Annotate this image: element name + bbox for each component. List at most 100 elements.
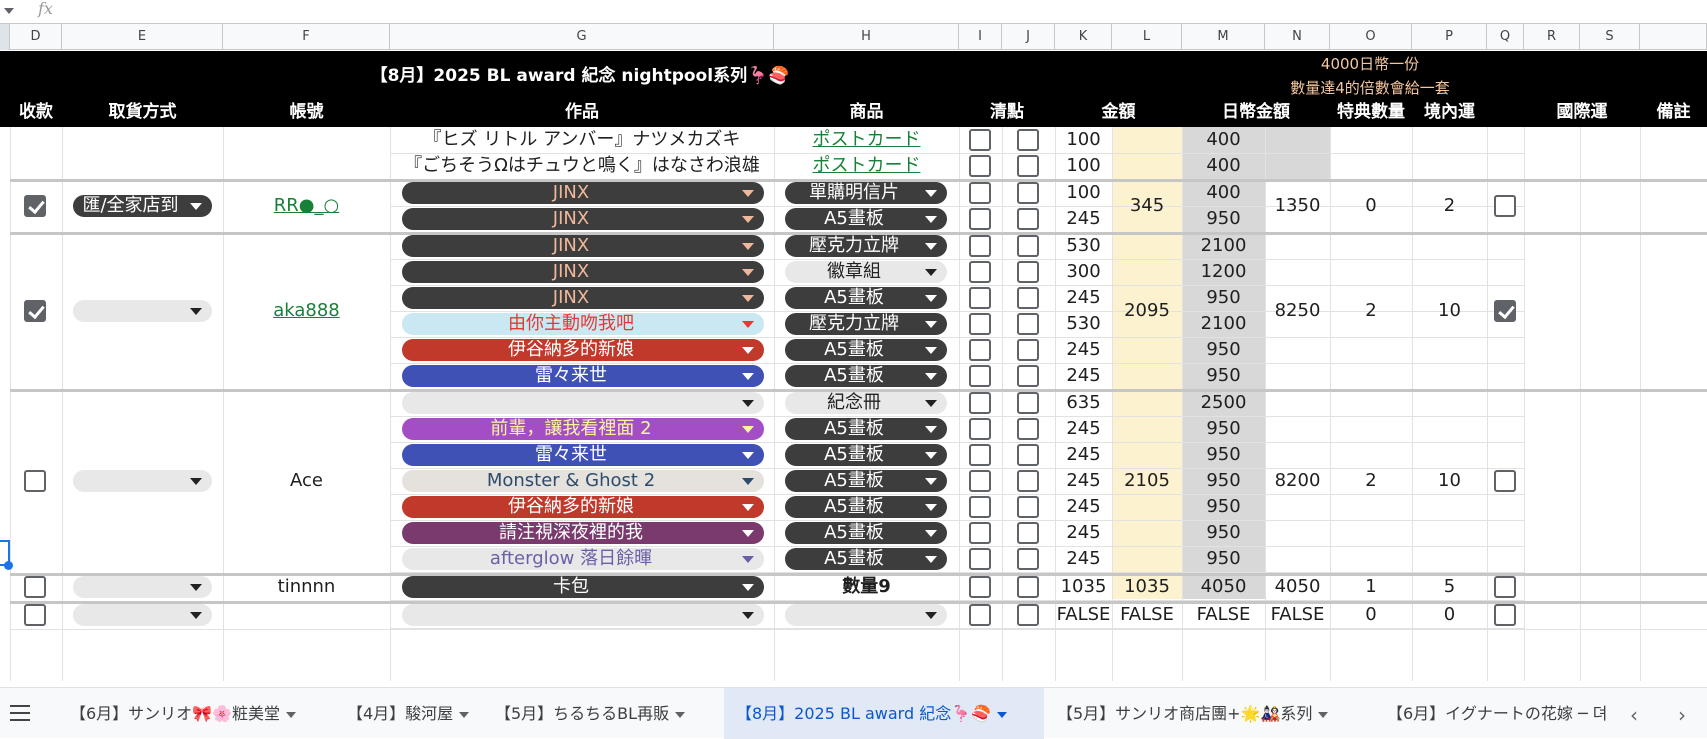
chevron-down-icon[interactable] xyxy=(742,243,754,250)
check-box-i[interactable] xyxy=(969,287,991,309)
work-chip[interactable]: JINX xyxy=(402,208,764,230)
payment-checkbox[interactable] xyxy=(24,300,46,322)
check-box-i[interactable] xyxy=(969,576,991,598)
product-chip[interactable]: 壓克力立牌 xyxy=(785,313,947,335)
chevron-down-icon[interactable] xyxy=(925,504,937,511)
check-box-i[interactable] xyxy=(969,604,991,626)
payment-checkbox[interactable] xyxy=(24,195,46,217)
work-chip[interactable]: 由你主動吻我吧 xyxy=(402,313,764,335)
chevron-down-icon[interactable] xyxy=(742,295,754,302)
payment-checkbox[interactable] xyxy=(24,576,46,598)
check-box-i[interactable] xyxy=(969,522,991,544)
chevron-down-icon[interactable] xyxy=(925,216,937,223)
intl-shipping-checkbox[interactable] xyxy=(1494,576,1516,598)
sheet-tab[interactable]: 【8月】2025 BL award 紀念🦩🍣 xyxy=(724,688,1044,739)
payment-checkbox[interactable] xyxy=(24,470,46,492)
pickup-dropdown[interactable] xyxy=(73,576,212,598)
chevron-down-icon[interactable] xyxy=(742,373,754,380)
column-header-q[interactable]: Q xyxy=(1487,24,1524,50)
check-box-i[interactable] xyxy=(969,444,991,466)
work-chip[interactable]: afterglow 落日餘暉 xyxy=(402,548,764,570)
check-box-j[interactable] xyxy=(1017,208,1039,230)
column-header-k[interactable]: K xyxy=(1055,24,1112,50)
chevron-down-icon[interactable] xyxy=(742,321,754,328)
column-header-e[interactable]: E xyxy=(62,24,223,50)
product-chip[interactable]: A5畫板 xyxy=(785,287,947,309)
check-box-j[interactable] xyxy=(1017,522,1039,544)
column-header-d[interactable]: D xyxy=(10,24,62,50)
column-header-l[interactable]: L xyxy=(1112,24,1182,50)
chevron-down-icon[interactable] xyxy=(925,243,937,250)
chevron-down-icon[interactable] xyxy=(925,478,937,485)
chevron-down-icon[interactable] xyxy=(742,452,754,459)
check-box-j[interactable] xyxy=(1017,365,1039,387)
column-header-s[interactable]: S xyxy=(1580,24,1640,50)
check-box-i[interactable] xyxy=(969,155,991,177)
check-box-j[interactable] xyxy=(1017,576,1039,598)
chevron-down-icon[interactable] xyxy=(925,321,937,328)
chevron-down-icon[interactable] xyxy=(742,556,754,563)
work-chip[interactable]: 伊谷納多的新娘 xyxy=(402,496,764,518)
check-box-j[interactable] xyxy=(1017,287,1039,309)
column-header-h[interactable]: H xyxy=(774,24,959,50)
work-chip[interactable] xyxy=(402,392,764,414)
chevron-down-icon[interactable] xyxy=(190,584,202,591)
column-header-n[interactable]: N xyxy=(1265,24,1330,50)
chevron-down-icon[interactable] xyxy=(286,711,297,718)
account-cell[interactable]: RR●_○ xyxy=(223,193,390,219)
column-header-m[interactable]: M xyxy=(1182,24,1265,50)
check-box-j[interactable] xyxy=(1017,261,1039,283)
chevron-down-icon[interactable] xyxy=(742,612,754,619)
chevron-down-icon[interactable] xyxy=(742,190,754,197)
product-chip[interactable]: 紀念冊 xyxy=(785,392,947,414)
column-header-t[interactable] xyxy=(1640,24,1707,50)
work-chip[interactable]: JINX xyxy=(402,261,764,283)
work-chip[interactable]: JINX xyxy=(402,235,764,257)
product-chip[interactable]: A5畫板 xyxy=(785,365,947,387)
work-chip[interactable]: JINX xyxy=(402,182,764,204)
account-cell[interactable]: aka888 xyxy=(223,298,390,324)
sheet-tab[interactable]: 【6月】サンリオ🎀🌸粧美堂 xyxy=(58,688,323,739)
product-chip[interactable]: A5畫板 xyxy=(785,548,947,570)
product-chip[interactable]: A5畫板 xyxy=(785,522,947,544)
check-box-i[interactable] xyxy=(969,496,991,518)
chevron-down-icon[interactable] xyxy=(742,426,754,433)
pickup-dropdown[interactable] xyxy=(73,470,212,492)
column-header-p[interactable]: P xyxy=(1412,24,1487,50)
chevron-down-icon[interactable] xyxy=(925,426,937,433)
chevron-down-icon[interactable] xyxy=(925,269,937,276)
check-box-i[interactable] xyxy=(969,339,991,361)
pickup-dropdown[interactable] xyxy=(73,604,212,626)
chevron-down-icon[interactable] xyxy=(742,478,754,485)
formula-bar[interactable]: fx xyxy=(0,0,1707,24)
all-sheets-menu-icon[interactable] xyxy=(10,705,30,721)
column-header-f[interactable]: F xyxy=(223,24,390,50)
check-box-i[interactable] xyxy=(969,548,991,570)
work-chip[interactable]: 前輩，讓我看裡面 2 xyxy=(402,418,764,440)
check-box-i[interactable] xyxy=(969,313,991,335)
scroll-tabs-left-icon[interactable]: ‹ xyxy=(1630,703,1638,727)
column-header-r[interactable]: R xyxy=(1524,24,1580,50)
chevron-down-icon[interactable] xyxy=(742,530,754,537)
check-box-i[interactable] xyxy=(969,182,991,204)
sheet-tab[interactable]: 【4月】駿河屋 xyxy=(335,688,475,739)
chevron-down-icon[interactable] xyxy=(742,400,754,407)
product-chip[interactable]: A5畫板 xyxy=(785,339,947,361)
intl-shipping-checkbox[interactable] xyxy=(1494,300,1516,322)
product-chip[interactable]: 徽章組 xyxy=(785,261,947,283)
product-chip[interactable]: 單購明信片 xyxy=(785,182,947,204)
chevron-down-icon[interactable] xyxy=(742,347,754,354)
check-box-i[interactable] xyxy=(969,129,991,151)
check-box-j[interactable] xyxy=(1017,129,1039,151)
chevron-down-icon[interactable] xyxy=(925,556,937,563)
chevron-down-icon[interactable] xyxy=(190,203,202,210)
chevron-down-icon[interactable] xyxy=(1318,711,1329,718)
work-chip[interactable]: 伊谷納多的新娘 xyxy=(402,339,764,361)
column-header-o[interactable]: O xyxy=(1330,24,1412,50)
work-chip[interactable]: 雷々来世 xyxy=(402,365,764,387)
check-box-i[interactable] xyxy=(969,208,991,230)
product-chip[interactable] xyxy=(785,604,947,626)
chevron-down-icon[interactable] xyxy=(190,308,202,315)
check-box-j[interactable] xyxy=(1017,604,1039,626)
sheet-tab[interactable]: 【5月】ちるちるBL再販 xyxy=(483,688,711,739)
